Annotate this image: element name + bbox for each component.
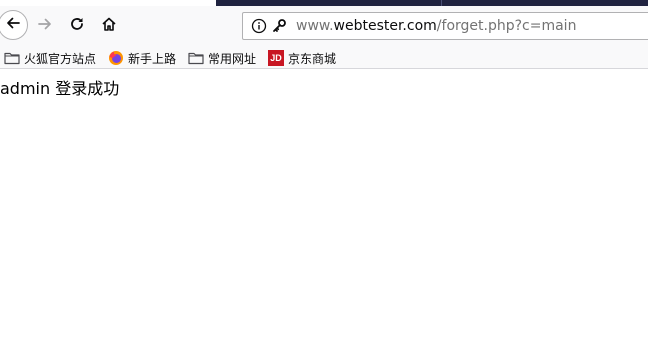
bookmark-label: 火狐官方站点: [24, 51, 97, 66]
url-prefix: www.: [296, 18, 334, 34]
page-content: admin 登录成功: [0, 70, 648, 357]
url-path: /forget.php?c=main: [436, 18, 577, 34]
reload-icon: [69, 16, 85, 36]
arrow-right-icon: [37, 16, 53, 36]
url-host: webtester.com: [333, 18, 437, 34]
reload-button[interactable]: [62, 10, 92, 42]
home-icon: [101, 16, 117, 36]
bookmark-common-sites[interactable]: 常用网址: [188, 49, 256, 67]
jd-icon: JD: [268, 50, 284, 66]
bookmark-firefox-official[interactable]: 火狐官方站点: [4, 49, 96, 67]
login-success-message: admin 登录成功: [0, 79, 120, 98]
bookmark-label: 新手上路: [128, 51, 177, 66]
navigation-toolbar: www.webtester.com/forget.php?c=main: [0, 6, 648, 46]
url-bar[interactable]: www.webtester.com/forget.php?c=main: [242, 12, 648, 40]
folder-icon: [188, 50, 204, 66]
bookmarks-toolbar: 火狐官方站点 新手上路 常用网址 JD 京东商城: [0, 46, 648, 69]
info-icon[interactable]: [251, 18, 267, 34]
arrow-left-icon: [5, 15, 21, 35]
forward-button[interactable]: [30, 10, 60, 42]
url-text[interactable]: www.webtester.com/forget.php?c=main: [296, 18, 576, 34]
bookmark-label: 京东商城: [288, 51, 337, 66]
key-icon[interactable]: [271, 18, 287, 34]
bookmark-label: 常用网址: [208, 51, 257, 66]
bookmark-getting-started[interactable]: 新手上路: [108, 49, 176, 67]
back-button[interactable]: [0, 10, 28, 40]
home-button[interactable]: [94, 10, 124, 42]
bookmark-jd-mall[interactable]: JD 京东商城: [268, 49, 336, 67]
folder-icon: [4, 50, 20, 66]
firefox-icon: [108, 50, 124, 66]
